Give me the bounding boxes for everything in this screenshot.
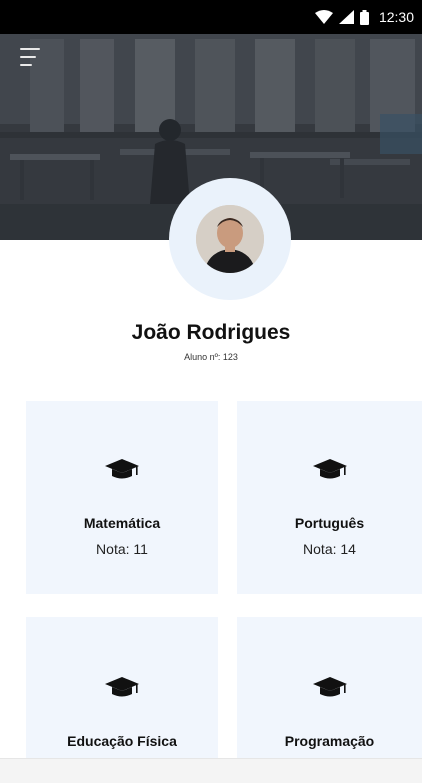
hamburger-menu-icon[interactable] — [20, 48, 42, 66]
subject-name: Português — [294, 515, 365, 531]
graduation-cap-icon — [26, 675, 218, 699]
signal-icon — [338, 10, 354, 24]
graduation-cap-icon — [237, 457, 422, 481]
student-name: João Rodrigues — [131, 321, 291, 344]
battery-icon — [359, 9, 369, 25]
graduation-cap-icon — [26, 457, 218, 481]
subject-name: Matemática — [83, 515, 161, 531]
subject-card-educacao-fisica[interactable]: Educação Física — [26, 617, 218, 758]
bottom-bar — [0, 758, 422, 783]
student-id: Aluno nº: 123 — [184, 352, 238, 362]
avatar-ring — [169, 178, 291, 300]
status-bar: 12:30 — [0, 0, 422, 34]
subject-card-programacao[interactable]: Programação — [237, 617, 422, 758]
subject-grade: Nota: 14 — [303, 541, 356, 557]
graduation-cap-icon — [237, 675, 422, 699]
subject-grade: Nota: 11 — [96, 541, 148, 557]
subject-name: Educação Física — [67, 733, 177, 749]
subject-name: Programação — [284, 733, 375, 749]
subject-card-portugues[interactable]: Português Nota: 14 — [237, 401, 422, 594]
wifi-icon — [314, 10, 333, 24]
avatar[interactable] — [196, 205, 264, 273]
status-time: 12:30 — [378, 9, 414, 25]
subject-card-matematica[interactable]: Matemática Nota: 11 — [26, 401, 218, 594]
